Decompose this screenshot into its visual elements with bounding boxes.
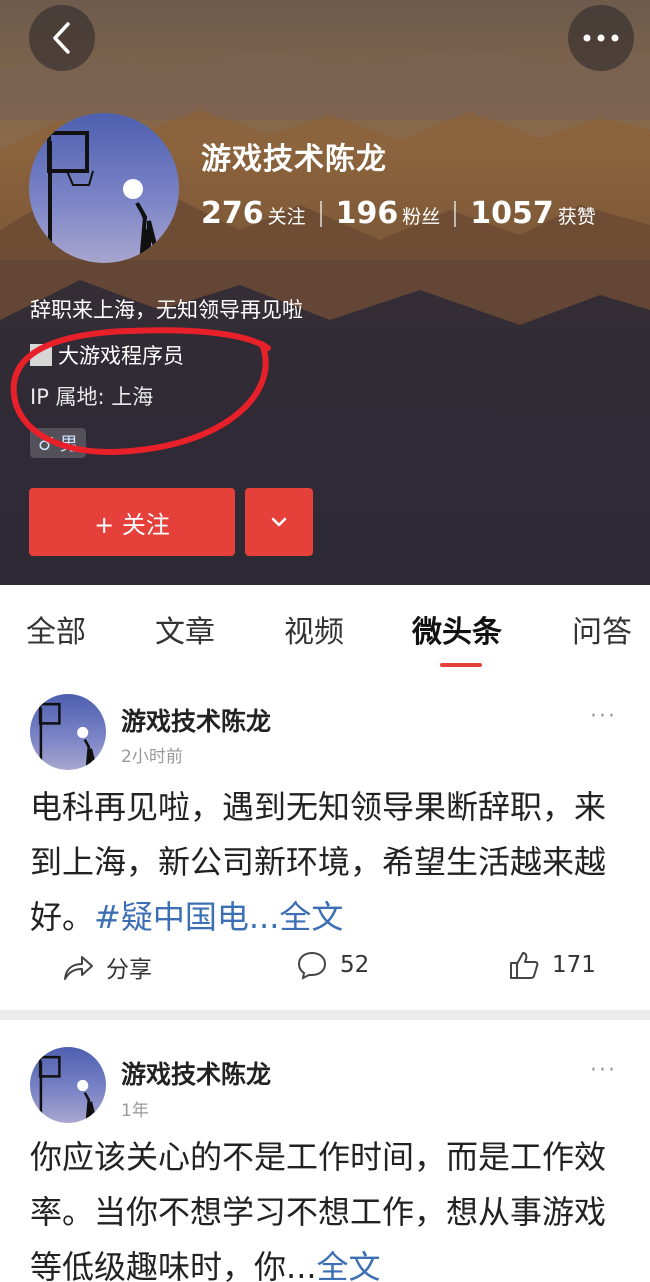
tab-videos[interactable]: 视频	[284, 607, 344, 651]
followers-label: 粉丝	[402, 206, 441, 228]
tab-micro-posts[interactable]: 微头条	[412, 607, 502, 651]
post-author-name[interactable]: 游戏技术陈龙	[121, 702, 271, 738]
basketball-hoop-avatar-image	[29, 113, 179, 263]
post-actions: 分享 52 171	[0, 950, 650, 990]
basketball-hoop-avatar-image	[30, 1047, 106, 1123]
certification-badge-icon	[30, 344, 52, 366]
active-tab-indicator	[440, 663, 482, 667]
post-more-icon[interactable]: ···	[590, 1058, 617, 1083]
following-label: 关注	[267, 206, 306, 228]
likes-count: 1057	[470, 196, 554, 231]
followers-stat[interactable]: 196 粉丝	[336, 196, 441, 231]
post-more-icon[interactable]: ···	[590, 704, 617, 729]
basketball-hoop-avatar-image	[30, 694, 106, 770]
profile-certification: 大游戏程序员	[30, 340, 184, 370]
profile-bio: 辞职来上海，无知领导再见啦	[30, 298, 303, 322]
post-timestamp: 1年	[121, 1101, 149, 1121]
stat-divider	[454, 200, 457, 227]
follow-button[interactable]: + 关注	[29, 488, 235, 556]
gender-tag: ♂ 男	[30, 428, 86, 458]
post-author-avatar[interactable]	[30, 1047, 106, 1123]
profile-header: 游戏技术陈龙 276 关注 196 粉丝 1057 获赞 辞职来上海，无知领导再见啦 …	[0, 0, 650, 585]
comment-icon	[297, 951, 327, 980]
tab-qa[interactable]: 问答	[572, 607, 632, 651]
tab-articles[interactable]: 文章	[155, 607, 215, 651]
post-ellipsis: ...	[286, 1248, 317, 1282]
post-author-avatar[interactable]	[30, 694, 106, 770]
post-hashtag[interactable]: #疑中国电	[94, 898, 249, 936]
more-options-button[interactable]	[568, 5, 634, 71]
following-count: 276	[201, 196, 264, 231]
thumbs-up-icon	[510, 952, 539, 979]
post-card[interactable]: 游戏技术陈龙 1年 ··· 你应该关心的不是工作时间，而是工作效率。当你不想学习…	[0, 1020, 650, 1282]
tab-all[interactable]: 全部	[26, 607, 86, 651]
post-card[interactable]: 游戏技术陈龙 2小时前 ··· 电科再见啦，遇到无知领导果断辞职，来到上海，新公…	[0, 668, 650, 1010]
recommend-dropdown-button[interactable]	[245, 488, 313, 556]
likes-label: 获赞	[557, 206, 596, 228]
ip-location: IP 属地: 上海	[30, 385, 154, 409]
profile-stats: 276 关注 196 粉丝 1057 获赞	[201, 196, 596, 231]
profile-avatar[interactable]	[29, 113, 179, 263]
likes-stat[interactable]: 1057 获赞	[470, 196, 596, 231]
comment-count: 52	[340, 952, 370, 978]
share-icon	[64, 956, 93, 980]
profile-nickname: 游戏技术陈龙	[201, 142, 387, 177]
chevron-down-icon	[271, 517, 287, 527]
following-stat[interactable]: 276 关注	[201, 196, 306, 231]
post-text[interactable]: 电科再见啦，遇到无知领导果断辞职，来到上海，新公司新环境，希望生活越来越好。#疑…	[30, 780, 630, 945]
stat-divider	[319, 200, 322, 227]
followers-count: 196	[335, 196, 399, 231]
more-dots-icon	[583, 34, 619, 42]
comment-button[interactable]: 52	[296, 950, 369, 980]
like-button[interactable]: 171	[508, 950, 596, 980]
post-text[interactable]: 你应该关心的不是工作时间，而是工作效率。当你不想学习不想工作，想从事游戏等低级趣…	[30, 1130, 630, 1282]
post-ellipsis: ...	[248, 898, 280, 936]
like-count: 171	[552, 952, 596, 978]
back-button[interactable]	[29, 5, 95, 71]
chevron-left-icon	[53, 22, 70, 54]
post-author-name[interactable]: 游戏技术陈龙	[121, 1055, 271, 1091]
read-full-link[interactable]: 全文	[279, 898, 343, 936]
read-full-link[interactable]: 全文	[317, 1248, 381, 1282]
post-timestamp: 2小时前	[121, 747, 183, 767]
share-label: 分享	[106, 957, 152, 983]
share-button[interactable]: 分享	[62, 950, 152, 984]
certification-text: 大游戏程序员	[58, 344, 184, 368]
content-tabs: 全部 文章 视频 微头条 问答	[0, 585, 650, 668]
